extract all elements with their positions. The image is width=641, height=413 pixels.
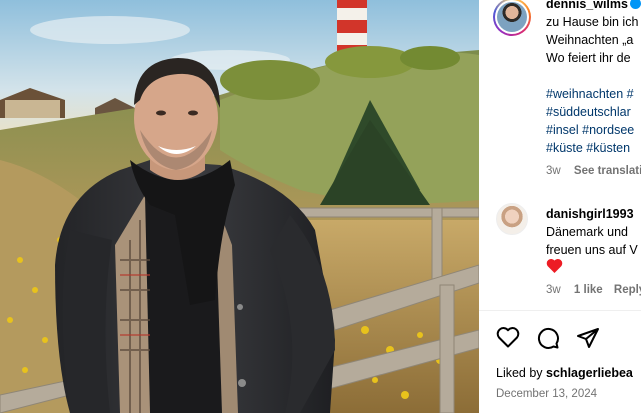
post-side-panel: dennis_wilms zu Hause bin ich Weihnachte… [479, 0, 641, 413]
liked-by: Liked by schlagerliebea [496, 366, 633, 380]
caption-line: zu Hause bin ich [546, 15, 639, 29]
hashtag-list: #weihnachten # #süddeutschlar #insel #no… [546, 85, 634, 157]
red-heart-emoji-icon [546, 258, 563, 278]
hashtag-line[interactable]: #küste #küsten [546, 139, 634, 157]
photo-scene [0, 0, 479, 413]
reply-button[interactable]: Reply [614, 284, 641, 296]
comment-age: 3w [546, 284, 561, 296]
share-icon[interactable] [576, 326, 600, 355]
hashtag-line[interactable]: #insel #nordsee [546, 121, 634, 139]
commenter-avatar[interactable] [496, 203, 528, 235]
author-avatar-image [497, 2, 527, 32]
post-date[interactable]: December 13, 2024 [496, 388, 597, 400]
see-translation-link[interactable]: See translati [574, 165, 641, 177]
post-age: 3w [546, 165, 561, 177]
author-avatar[interactable] [493, 0, 531, 36]
comment-likes[interactable]: 1 like [574, 284, 603, 296]
comment: danishgirl1993 Dänemark und freuen uns a… [546, 205, 638, 259]
divider [479, 310, 641, 311]
caption-line: Wo feiert ihr de [546, 51, 631, 65]
liked-by-user[interactable]: schlagerliebea [546, 366, 633, 380]
post-photo[interactable] [0, 0, 479, 413]
liked-by-prefix: Liked by [496, 366, 547, 380]
heart-icon[interactable] [496, 326, 520, 353]
comment-line: freuen uns auf V [546, 243, 638, 257]
commenter-username[interactable]: danishgirl1993 [546, 207, 634, 221]
comment-icon[interactable] [536, 326, 560, 355]
author-username[interactable]: dennis_wilms [546, 0, 628, 11]
verified-badge-icon [629, 0, 641, 9]
post-meta: 3w See translati [546, 165, 641, 177]
comment-meta: 3w 1 like Reply [546, 284, 641, 296]
hashtag-line[interactable]: #weihnachten # [546, 85, 634, 103]
comment-line: Dänemark und [546, 225, 628, 239]
hashtag-line[interactable]: #süddeutschlar [546, 103, 634, 121]
post-caption: dennis_wilms zu Hause bin ich Weihnachte… [546, 0, 641, 67]
caption-line: Weihnachten „a [546, 33, 634, 47]
